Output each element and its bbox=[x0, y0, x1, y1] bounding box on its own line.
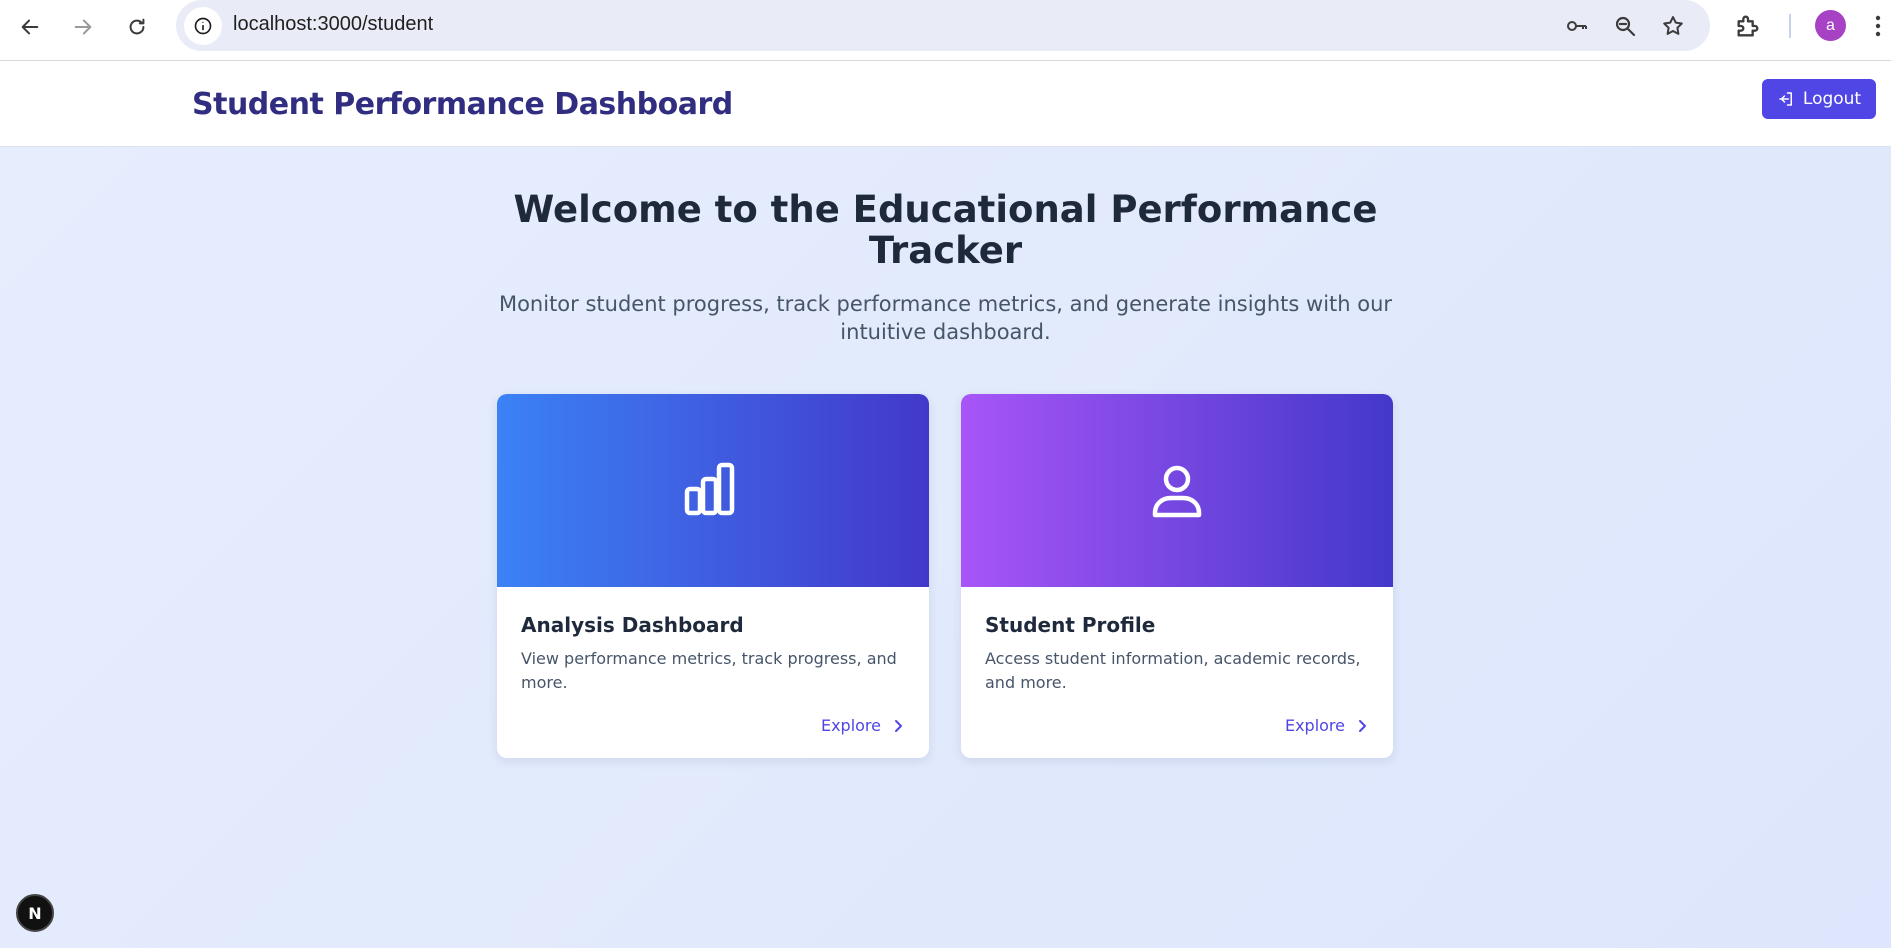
explore-label: Explore bbox=[820, 716, 881, 735]
chevron-right-icon bbox=[895, 719, 902, 732]
card-description: View performance metrics, track progress… bbox=[521, 649, 897, 692]
browser-toolbar: localhost:3000/student a bbox=[0, 0, 1891, 61]
site-info-button[interactable] bbox=[184, 7, 222, 45]
explore-link[interactable]: Explore bbox=[821, 716, 905, 735]
password-key-button[interactable] bbox=[1564, 13, 1590, 39]
key-icon bbox=[1567, 21, 1587, 31]
card-description: Access student information, academic rec… bbox=[985, 649, 1361, 692]
address-bar[interactable]: localhost:3000/student bbox=[176, 0, 1710, 51]
logout-label: Logout bbox=[1802, 89, 1862, 109]
back-arrow-icon bbox=[21, 19, 39, 35]
bookmark-button[interactable] bbox=[1660, 13, 1686, 39]
explore-link[interactable]: Explore bbox=[1285, 716, 1369, 735]
app-header: Student Performance Dashboard Logout bbox=[0, 61, 1891, 147]
logout-icon bbox=[1779, 92, 1792, 106]
toolbar-divider bbox=[1789, 14, 1791, 38]
zoom-button[interactable] bbox=[1612, 13, 1638, 39]
explore-label: Explore bbox=[1284, 716, 1345, 735]
hero-subtitle: Monitor student progress, track performa… bbox=[0, 290, 1891, 346]
hero-title-line2: Tracker bbox=[868, 229, 1023, 272]
hero-title-line1: Welcome to the Educational Performance bbox=[513, 188, 1378, 231]
chevron-right-icon bbox=[1359, 719, 1366, 732]
site-info-icon bbox=[194, 17, 212, 35]
back-button[interactable] bbox=[11, 8, 49, 46]
card-title: Analysis Dashboard bbox=[521, 613, 744, 637]
profile-avatar[interactable]: a bbox=[1815, 10, 1846, 41]
hero-subtitle-line1: Monitor student progress, track performa… bbox=[498, 292, 1393, 316]
dev-tools-badge[interactable]: N bbox=[16, 894, 54, 932]
main-content: Welcome to the Educational Performance T… bbox=[0, 147, 1891, 948]
card-title: Student Profile bbox=[985, 613, 1156, 637]
card-banner bbox=[497, 394, 929, 587]
card-banner bbox=[961, 394, 1393, 587]
star-icon bbox=[1663, 16, 1683, 35]
zoom-icon bbox=[1615, 16, 1636, 37]
hero-subtitle-line2: intuitive dashboard. bbox=[840, 320, 1051, 344]
reload-button[interactable] bbox=[118, 8, 156, 46]
url-text[interactable]: localhost:3000/student bbox=[233, 13, 433, 36]
extensions-icon[interactable] bbox=[1734, 12, 1762, 40]
forward-arrow-icon bbox=[74, 19, 92, 35]
bar-chart-icon bbox=[684, 462, 735, 515]
menu-dots-icon[interactable] bbox=[1874, 14, 1882, 38]
app-title: Student Performance Dashboard bbox=[192, 87, 733, 122]
student-profile-card[interactable]: Student Profile Access student informati… bbox=[961, 394, 1393, 758]
logout-button[interactable]: Logout bbox=[1762, 79, 1876, 119]
reload-icon bbox=[129, 18, 145, 35]
forward-button[interactable] bbox=[64, 8, 102, 46]
hero-title: Welcome to the Educational Performance T… bbox=[0, 189, 1891, 271]
user-icon bbox=[1152, 465, 1202, 517]
analysis-dashboard-card[interactable]: Analysis Dashboard View performance metr… bbox=[497, 394, 929, 758]
